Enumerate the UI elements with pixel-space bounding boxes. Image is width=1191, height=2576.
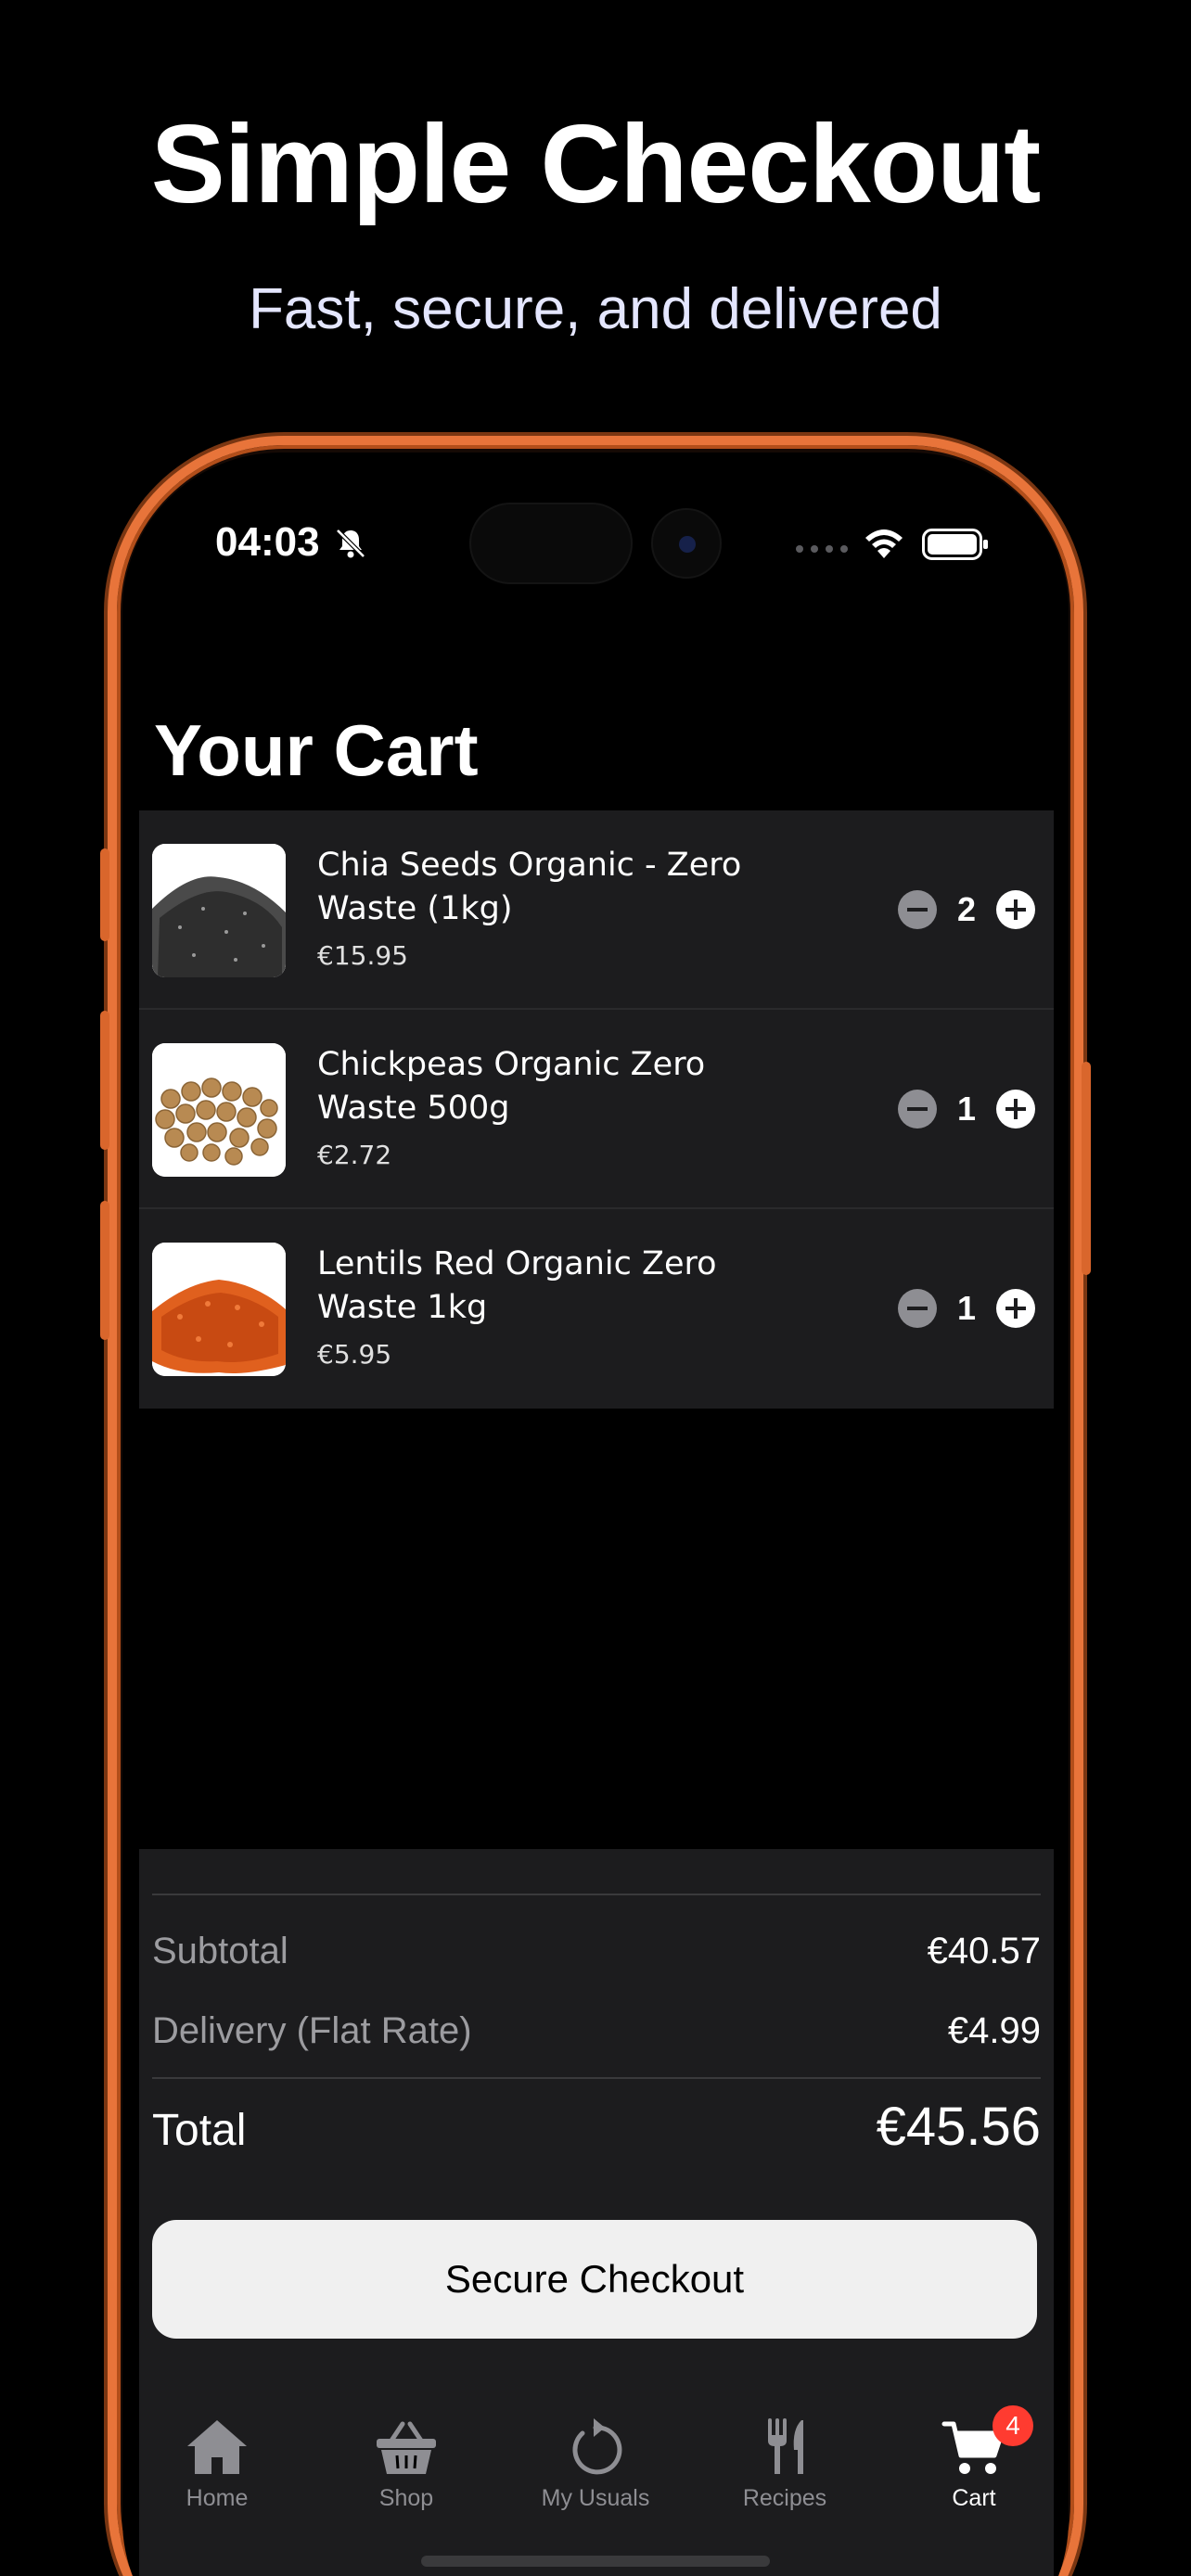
item-price: €2.72 <box>317 1140 392 1170</box>
quantity-stepper: 1 <box>898 1287 1035 1330</box>
product-image <box>152 1243 286 1376</box>
volume-up-button <box>100 1011 109 1150</box>
tab-shop[interactable]: Shop <box>312 2400 501 2548</box>
refresh-icon <box>572 2418 622 2475</box>
fork-knife-icon <box>768 2418 803 2474</box>
subtotal-value: €40.57 <box>927 1931 1041 1971</box>
hero-title: Simple Checkout <box>150 102 1042 226</box>
item-price: €15.95 <box>317 940 408 971</box>
tab-my-usuals[interactable]: My Usuals <box>501 2400 690 2548</box>
basket-icon <box>377 2421 436 2474</box>
increase-quantity-button[interactable] <box>996 1289 1035 1328</box>
power-button <box>1082 1062 1091 1275</box>
tab-label: Cart <box>952 2485 996 2511</box>
secure-checkout-button[interactable]: Secure Checkout <box>152 2220 1037 2339</box>
quantity-stepper: 1 <box>898 1088 1035 1130</box>
phone-screen: 04:03 Your Cart Chia Seeds Organic - Zer… <box>122 453 1069 2576</box>
cart-count-badge: 4 <box>992 2405 1033 2446</box>
delivery-value: €4.99 <box>947 2010 1041 2051</box>
cart-items-list: Chia Seeds Organic - Zero Waste (1kg) €1… <box>139 810 1054 1409</box>
item-name[interactable]: Chickpeas Organic Zero Waste 500g <box>317 1043 800 1130</box>
tab-label: Recipes <box>742 2485 827 2511</box>
volume-down-button <box>100 1201 109 1340</box>
cellular-dots-icon <box>796 545 848 553</box>
tab-recipes[interactable]: Recipes <box>690 2400 879 2548</box>
quantity-value: 1 <box>956 1090 977 1128</box>
subtotal-label: Subtotal <box>152 1931 288 1971</box>
decrease-quantity-button[interactable] <box>898 1289 937 1328</box>
item-price: €5.95 <box>317 1339 392 1370</box>
bell-slash-icon <box>336 529 365 558</box>
tab-home[interactable]: Home <box>122 2400 312 2548</box>
product-image <box>152 844 286 977</box>
cart-item: Chickpeas Organic Zero Waste 500g €2.72 … <box>139 1010 1054 1209</box>
tab-bar: Home Shop My Usuals Recipes 4 Cart <box>122 2400 1069 2548</box>
increase-quantity-button[interactable] <box>996 1090 1035 1129</box>
wifi-icon <box>865 529 903 558</box>
total-label: Total <box>152 2106 247 2155</box>
decrease-quantity-button[interactable] <box>898 890 937 929</box>
page-title: Your Cart <box>154 709 479 791</box>
battery-full-icon <box>922 529 988 560</box>
delivery-label: Delivery (Flat Rate) <box>152 2010 472 2051</box>
cart-item: Lentils Red Organic Zero Waste 1kg €5.95… <box>139 1209 1054 1409</box>
total-value: €45.56 <box>876 2097 1041 2157</box>
home-indicator[interactable] <box>421 2556 770 2567</box>
item-name[interactable]: Chia Seeds Organic - Zero Waste (1kg) <box>317 844 800 931</box>
quantity-value: 2 <box>956 890 977 928</box>
item-name[interactable]: Lentils Red Organic Zero Waste 1kg <box>317 1243 800 1330</box>
tab-label: My Usuals <box>541 2485 650 2511</box>
cart-item: Chia Seeds Organic - Zero Waste (1kg) €1… <box>139 810 1054 1010</box>
dynamic-island <box>469 503 633 584</box>
decrease-quantity-button[interactable] <box>898 1090 937 1129</box>
action-button <box>100 848 109 941</box>
front-camera <box>651 508 722 579</box>
tab-cart[interactable]: 4 Cart <box>879 2400 1069 2548</box>
divider <box>152 2077 1041 2079</box>
product-image <box>152 1043 286 1177</box>
divider <box>152 1894 1041 1895</box>
status-time: 04:03 <box>215 519 320 565</box>
tab-label: Home <box>186 2485 249 2511</box>
tab-label: Shop <box>378 2485 434 2511</box>
quantity-value: 1 <box>956 1289 977 1327</box>
increase-quantity-button[interactable] <box>996 890 1035 929</box>
quantity-stepper: 2 <box>898 888 1035 931</box>
house-icon <box>187 2420 247 2474</box>
hero-subtitle: Fast, secure, and delivered <box>249 277 942 341</box>
